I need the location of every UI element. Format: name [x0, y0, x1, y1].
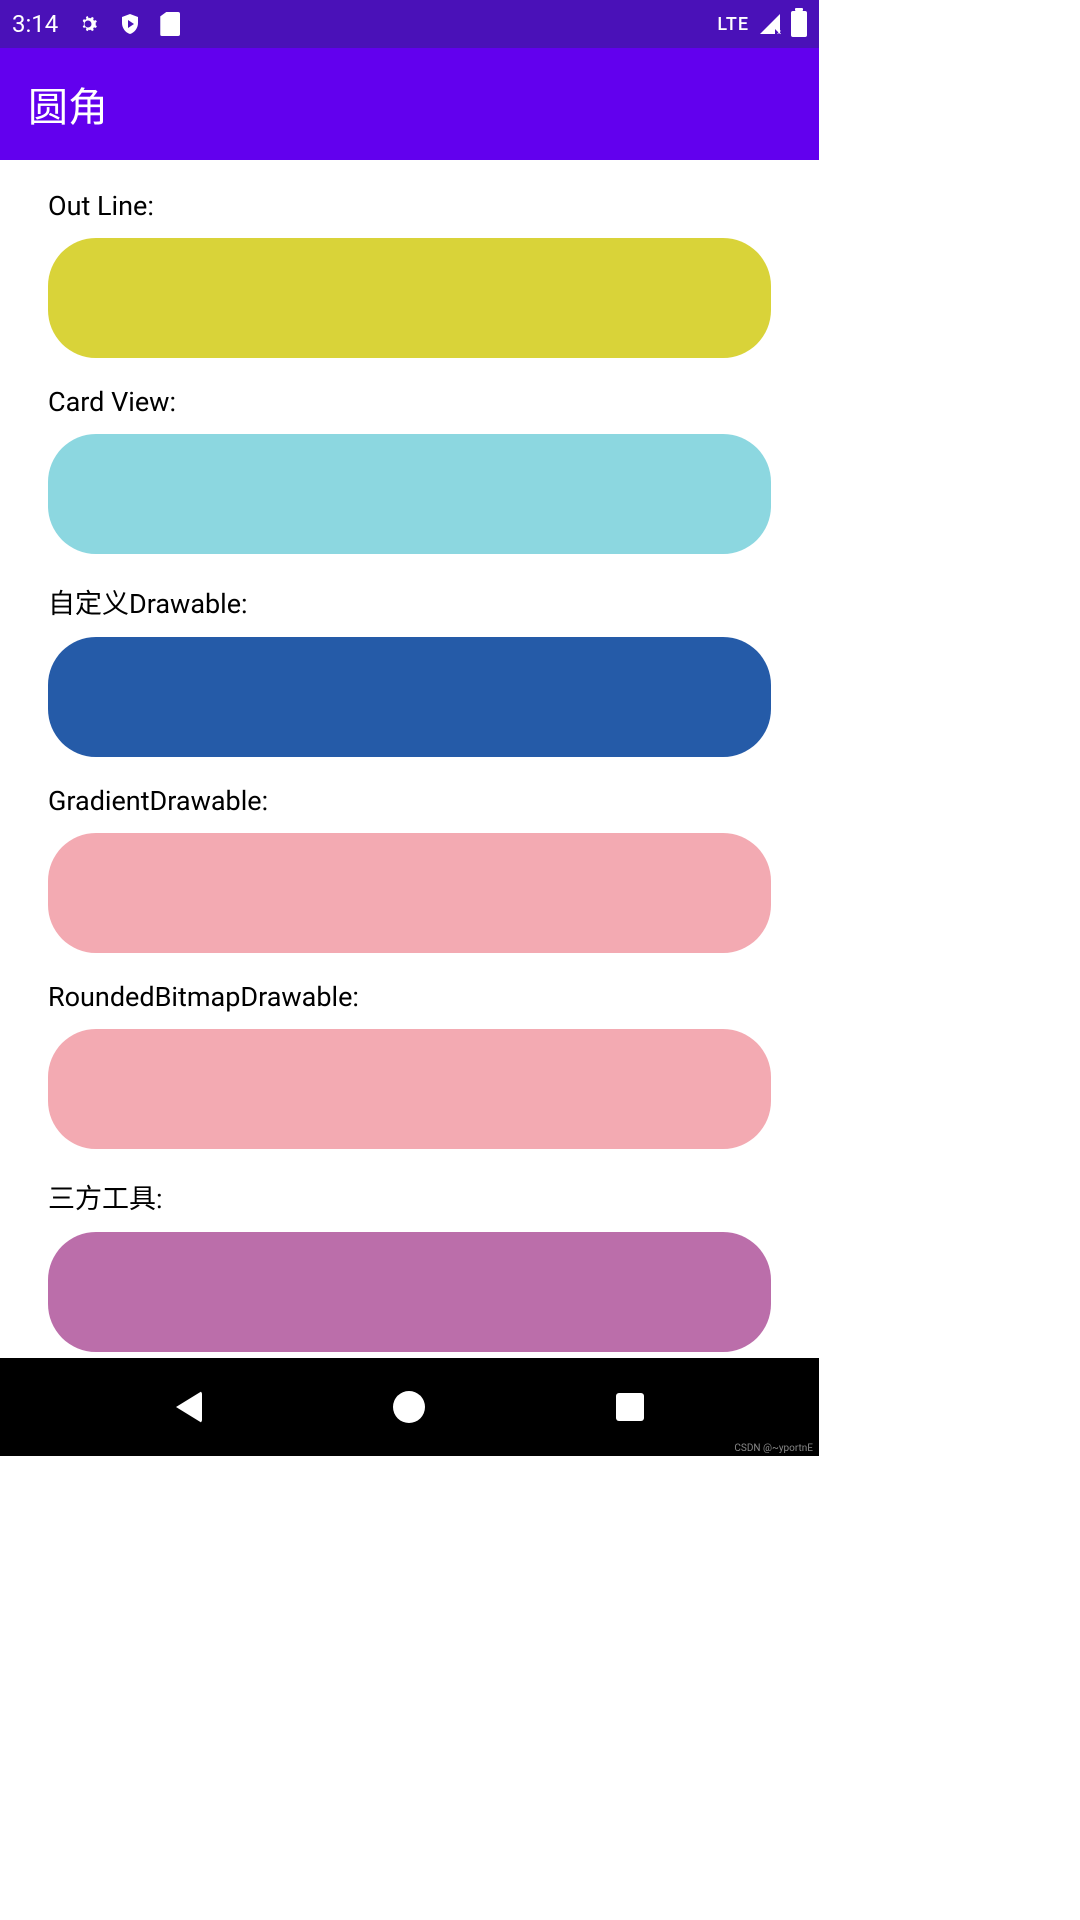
sd-card-icon — [160, 12, 180, 36]
app-bar: 圆角 — [0, 48, 819, 160]
watermark: CSDN @~yportnE — [734, 1443, 813, 1454]
status-icons-left — [76, 12, 180, 36]
play-shield-icon — [118, 12, 142, 36]
back-button[interactable] — [176, 1391, 202, 1423]
section-custom-drawable: 自定义Drawable: — [48, 582, 771, 757]
app-title: 圆角 — [28, 75, 108, 133]
section-outline: Out Line: — [48, 190, 771, 358]
status-left: 3:14 — [12, 10, 180, 38]
section-cardview: Card View: — [48, 386, 771, 554]
section-rounded-bitmap-drawable: RoundedBitmapDrawable: — [48, 981, 771, 1149]
third-party-box — [48, 1232, 771, 1352]
label-gradient-drawable: GradientDrawable: — [48, 785, 771, 817]
status-time: 3:14 — [12, 10, 58, 38]
outline-box — [48, 238, 771, 358]
settings-icon — [76, 12, 100, 36]
label-cardview: Card View: — [48, 386, 771, 418]
network-label: LTE — [717, 14, 749, 35]
signal-icon: × — [757, 12, 783, 36]
section-gradient-drawable: GradientDrawable: — [48, 785, 771, 953]
svg-text:×: × — [777, 28, 781, 36]
cardview-box — [48, 434, 771, 554]
custom-drawable-box — [48, 637, 771, 757]
rounded-bitmap-drawable-box — [48, 1029, 771, 1149]
recents-button[interactable] — [616, 1393, 644, 1421]
status-bar: 3:14 LTE × — [0, 0, 819, 48]
navigation-bar — [0, 1358, 819, 1456]
label-third-party: 三方工具: — [48, 1177, 771, 1216]
battery-icon — [791, 11, 807, 37]
label-custom-drawable: 自定义Drawable: — [48, 582, 771, 621]
label-outline: Out Line: — [48, 190, 771, 222]
section-third-party: 三方工具: — [48, 1177, 771, 1352]
label-rounded-bitmap-drawable: RoundedBitmapDrawable: — [48, 981, 771, 1013]
home-button[interactable] — [393, 1391, 425, 1423]
gradient-drawable-box — [48, 833, 771, 953]
content-area: Out Line: Card View: 自定义Drawable: Gradie… — [0, 160, 819, 1390]
status-right: LTE × — [717, 11, 807, 37]
